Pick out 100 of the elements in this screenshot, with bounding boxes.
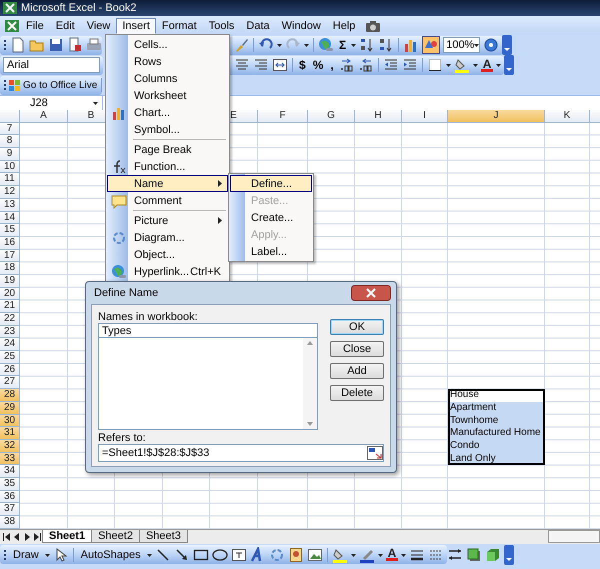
percent-button[interactable]: %	[310, 58, 326, 72]
zoom-dropdown[interactable]: 100%	[443, 37, 480, 53]
menu-item[interactable]: Name	[107, 175, 228, 192]
fill-color-icon[interactable]	[454, 57, 470, 73]
menu-item[interactable]: Rows	[107, 53, 228, 70]
dialog-button[interactable]: Delete	[330, 385, 384, 401]
row-header[interactable]: 8	[0, 135, 20, 148]
last-sheet-icon[interactable]	[32, 530, 42, 543]
menu-item[interactable]: Symbol...	[107, 121, 228, 138]
menu-item[interactable]: Format	[156, 18, 203, 34]
row-header[interactable]: 20	[0, 288, 20, 300]
new-document-icon[interactable]	[10, 37, 26, 53]
names-list-box[interactable]	[98, 338, 318, 430]
row-header[interactable]: 29	[0, 402, 20, 414]
menu-item[interactable]: Edit	[50, 18, 81, 34]
toolbar-options-icon[interactable]	[504, 544, 514, 565]
column-header[interactable]: G	[308, 110, 355, 123]
row-header[interactable]: 37	[0, 503, 20, 516]
name-input-field[interactable]: Types	[98, 323, 318, 338]
autosum-button[interactable]: Σ	[337, 38, 348, 52]
spreadsheet-cell[interactable]: Land Only	[448, 452, 545, 466]
font-color-button[interactable]: A	[480, 58, 494, 72]
sort-ascending-icon[interactable]	[359, 37, 376, 53]
globe-link-icon[interactable]	[111, 264, 127, 280]
row-header[interactable]: 27	[0, 376, 20, 390]
decrease-decimal-icon[interactable]	[358, 57, 374, 73]
column-header[interactable]: J	[448, 110, 545, 123]
sheet-tab[interactable]: Sheet2	[91, 530, 140, 544]
font-name-field[interactable]: Arial	[3, 57, 100, 73]
currency-button[interactable]: $	[297, 58, 308, 72]
menu-item[interactable]: Window	[276, 18, 327, 34]
help-icon[interactable]	[483, 37, 500, 53]
row-header[interactable]: 7	[0, 122, 20, 136]
paintbrush-icon[interactable]	[233, 37, 249, 53]
row-header[interactable]: 30	[0, 414, 20, 428]
row-header[interactable]: 26	[0, 364, 20, 376]
column-header[interactable]: A	[20, 110, 68, 123]
row-header[interactable]: 17	[0, 250, 20, 262]
menu-item[interactable]: Hyperlink...Ctrl+K	[107, 263, 228, 280]
menu-item[interactable]: File	[20, 18, 50, 34]
toolbar-grip-icon[interactable]	[3, 37, 7, 53]
row-header[interactable]: 23	[0, 326, 20, 338]
menu-item[interactable]: Data	[240, 18, 276, 34]
row-header[interactable]: 35	[0, 478, 20, 491]
menu-item[interactable]: Tools	[202, 18, 240, 34]
comment-note-icon[interactable]	[111, 192, 127, 208]
fill-color-icon[interactable]	[332, 546, 348, 563]
diagram-cycle-icon[interactable]	[268, 546, 285, 563]
menu-item[interactable]: Diagram...	[107, 229, 228, 246]
submenu-arrow-icon[interactable]	[218, 180, 222, 187]
spreadsheet-cell[interactable]: Apartment	[448, 402, 545, 414]
merge-center-icon[interactable]	[272, 57, 288, 73]
dialog-button[interactable]: OK	[330, 319, 384, 335]
text-box-icon[interactable]	[230, 546, 247, 563]
row-header[interactable]: 10	[0, 160, 20, 174]
excel-logo-icon[interactable]	[2, 0, 18, 16]
autoshapes-menu-button[interactable]: AutoShapes	[78, 548, 144, 561]
document-lock-icon[interactable]	[67, 37, 83, 53]
drawing-shapes-icon[interactable]	[422, 36, 440, 54]
column-header[interactable]: F	[258, 110, 308, 123]
first-sheet-icon[interactable]	[2, 530, 12, 543]
borders-icon[interactable]	[426, 57, 443, 73]
toolbar-grip-icon[interactable]	[3, 77, 7, 93]
row-header[interactable]: 16	[0, 236, 20, 250]
increase-decimal-icon[interactable]	[338, 57, 355, 73]
menu-item[interactable]: Label...	[230, 243, 312, 260]
submenu-arrow-icon[interactable]	[218, 217, 222, 224]
row-header[interactable]: 38	[0, 516, 20, 529]
comma-button[interactable]: ,	[328, 58, 336, 72]
column-header[interactable]: K	[545, 110, 590, 123]
row-header[interactable]: 12	[0, 186, 20, 199]
refers-to-field[interactable]: =Sheet1!$J$28:$J$33	[98, 444, 384, 462]
row-header[interactable]: 21	[0, 300, 20, 313]
row-header[interactable]: 33	[0, 452, 20, 466]
previous-sheet-icon[interactable]	[12, 530, 22, 543]
row-header[interactable]: 36	[0, 490, 20, 504]
globe-link-icon[interactable]	[318, 37, 334, 53]
menu-item[interactable]: Cells...	[107, 36, 228, 53]
row-header[interactable]: 34	[0, 465, 20, 478]
menu-item[interactable]: Insert	[116, 18, 156, 34]
shadow-icon[interactable]	[466, 546, 482, 563]
spreadsheet-cell[interactable]: House	[448, 389, 545, 402]
menu-item[interactable]: Function...	[107, 158, 228, 175]
image-icon[interactable]	[306, 546, 323, 563]
row-header[interactable]: 32	[0, 440, 20, 453]
next-sheet-icon[interactable]	[22, 530, 32, 543]
collapse-dialog-icon[interactable]	[367, 446, 383, 460]
row-header[interactable]: 28	[0, 389, 20, 402]
scroll-up-icon[interactable]	[307, 341, 313, 345]
menu-item[interactable]: Help	[326, 18, 362, 34]
menu-item[interactable]: Define...	[230, 175, 312, 192]
scroll-down-icon[interactable]	[307, 422, 313, 426]
menu-item[interactable]: Columns	[107, 70, 228, 87]
row-header[interactable]: 19	[0, 274, 20, 288]
menu-item[interactable]: View	[80, 18, 116, 34]
spreadsheet-cell[interactable]: Manufactured Home	[448, 427, 545, 440]
line-icon[interactable]	[154, 546, 171, 563]
menu-item[interactable]: Worksheet	[107, 87, 228, 104]
menu-item[interactable]: Comment	[107, 192, 228, 209]
menu-item[interactable]: Create...	[230, 209, 312, 226]
